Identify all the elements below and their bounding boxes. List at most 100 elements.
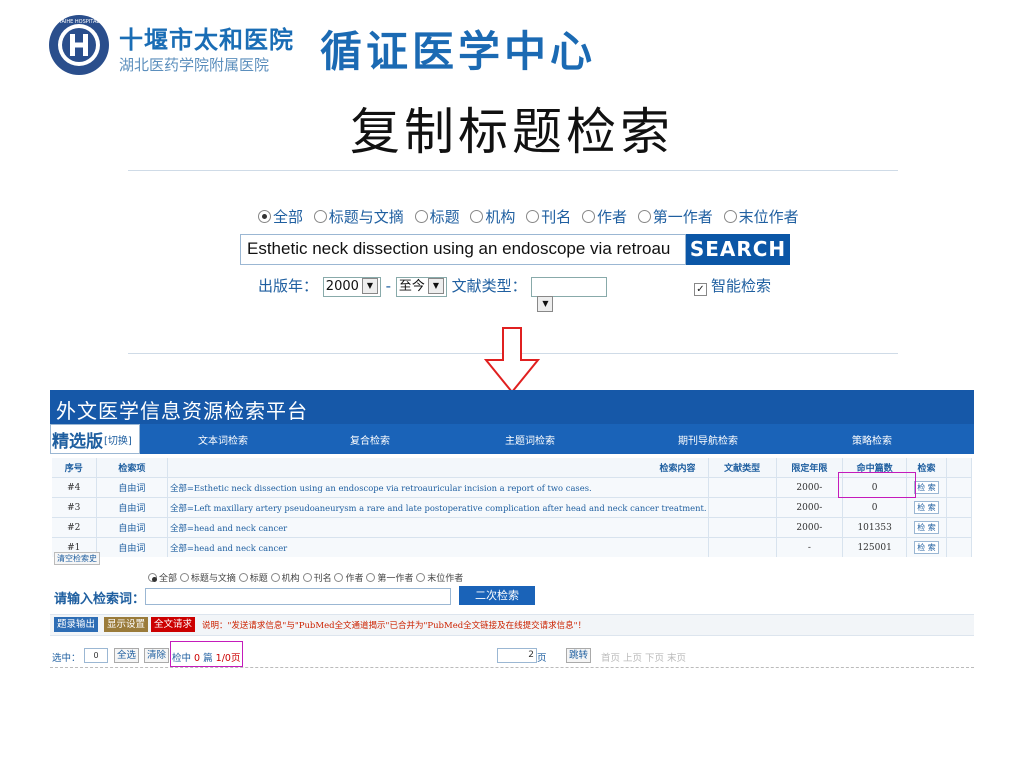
search-history-table: 序号 检索项 检索内容 文献类型 限定年限 命中篇数 检索 #4 自由词 全部=… xyxy=(52,458,973,557)
row-doc-type xyxy=(708,517,777,538)
row-hits[interactable]: 0 xyxy=(842,497,908,518)
row-year: 2000- xyxy=(776,497,843,518)
row-search-button[interactable]: 检 索 xyxy=(914,501,939,514)
radio-icon[interactable] xyxy=(470,210,484,223)
display-settings-button[interactable]: 显示设置 xyxy=(104,617,149,632)
doc-type-label: 文献类型： xyxy=(451,277,527,295)
radio-icon[interactable] xyxy=(302,573,312,582)
radio-icon[interactable] xyxy=(526,210,540,223)
table-row: #4 自由词 全部=Esthetic neck dissection using… xyxy=(52,477,973,498)
radio-icon[interactable] xyxy=(270,573,280,582)
scope-option[interactable]: 末位作者 xyxy=(723,208,799,226)
radio-icon[interactable] xyxy=(414,210,428,223)
row-hits[interactable]: 101353 xyxy=(842,517,908,538)
center-title: 循证医学中心 xyxy=(320,27,597,76)
secondary-search-input[interactable] xyxy=(145,588,451,605)
row-doc-type xyxy=(708,477,777,498)
radio-selected-icon[interactable] xyxy=(258,210,271,223)
page-number-input[interactable]: 2 xyxy=(497,648,537,663)
row-year: 2000- xyxy=(776,517,843,538)
hospital-name: 十堰市太和医院 xyxy=(119,26,294,54)
smart-search-checkbox[interactable]: ✓ 智能检索 xyxy=(694,275,771,296)
row-id: #4 xyxy=(52,477,97,498)
search-button[interactable]: SEARCH xyxy=(686,234,790,265)
scope-option[interactable]: 机构 xyxy=(470,208,515,226)
doc-type-select[interactable]: ▼ xyxy=(531,276,608,312)
tab-strategy-search[interactable]: 策略检索 xyxy=(852,432,892,447)
scope-option[interactable]: 作者 xyxy=(581,208,627,226)
hits-highlight-box xyxy=(838,472,916,498)
scope-option[interactable]: 全部 xyxy=(258,208,303,226)
export-button[interactable]: 题录输出 xyxy=(54,617,99,632)
tab-text-search[interactable]: 文本词检索 xyxy=(198,432,248,447)
row-search-button[interactable]: 检 索 xyxy=(914,521,939,534)
clear-button[interactable]: 清除 xyxy=(144,648,170,663)
row-hits[interactable]: 125001 xyxy=(842,537,908,557)
radio-selected-icon[interactable] xyxy=(148,573,157,582)
radio-icon[interactable] xyxy=(581,210,595,223)
year-from-select[interactable]: 2000 ▼ xyxy=(322,276,381,297)
table-row: #3 自由词 全部=Left maxillary artery pseudoan… xyxy=(52,497,973,518)
edition-label: 精选版 xyxy=(52,432,103,452)
table-row: #1 自由词 全部=head and neck cancer - 125001 … xyxy=(52,537,973,557)
radio-icon[interactable] xyxy=(313,210,327,223)
query-label: 请输入检索词： xyxy=(54,592,146,607)
radio-icon[interactable] xyxy=(416,573,426,582)
radio-icon[interactable] xyxy=(723,210,737,223)
fulltext-request-button[interactable]: 全文请求 xyxy=(151,617,196,632)
column-header: 限定年限 xyxy=(776,458,843,478)
year-to-select[interactable]: 至今 ▼ xyxy=(395,276,447,297)
hospital-logo-icon: TAIHE HOSPITAL xyxy=(49,15,109,75)
dropdown-arrow-icon[interactable]: ▼ xyxy=(427,278,444,294)
slide-title: 复制标题检索 xyxy=(350,103,674,161)
radio-icon[interactable] xyxy=(334,573,344,582)
row-content-link[interactable]: 全部=head and neck cancer xyxy=(167,517,709,538)
select-all-button[interactable]: 全选 xyxy=(114,648,140,663)
row-content-link[interactable]: 全部=Esthetic neck dissection using an end… xyxy=(167,477,709,498)
jump-button[interactable]: 跳转 xyxy=(566,648,592,663)
radio-icon[interactable] xyxy=(637,210,651,223)
pager-links[interactable]: 首页 上页 下页 末页 xyxy=(601,650,686,664)
row-id: #3 xyxy=(52,497,97,518)
logo-text: TAIHE HOSPITAL xyxy=(58,19,100,25)
radio-icon[interactable] xyxy=(366,573,376,582)
scope-option[interactable]: 标题 xyxy=(414,208,460,226)
secondary-scope-options: 全部 标题与文摘 标题 机构 刊名 作者 第一作者 末位作者 xyxy=(148,571,463,584)
dropdown-arrow-icon[interactable]: ▼ xyxy=(361,278,378,294)
year-separator: - xyxy=(385,277,392,295)
row-field: 自由词 xyxy=(96,517,169,538)
scope-option[interactable]: 标题与文摘 xyxy=(313,208,404,226)
column-header: 检索内容 xyxy=(167,458,709,478)
row-doc-type xyxy=(708,537,777,557)
scope-option[interactable]: 第一作者 xyxy=(637,208,713,226)
row-year: 2000- xyxy=(776,477,843,498)
radio-icon[interactable] xyxy=(238,573,248,582)
row-field: 自由词 xyxy=(96,497,169,518)
notice-text: 说明："发送请求信息"与"PubMed全文通道揭示"已合并为"PubMed全文链… xyxy=(202,621,587,631)
search-input[interactable]: Esthetic neck dissection using an endosc… xyxy=(240,234,686,265)
radio-icon[interactable] xyxy=(179,573,189,582)
tab-journal-search[interactable]: 期刊导航检索 xyxy=(678,432,738,447)
select-count-input[interactable]: 0 xyxy=(84,648,108,663)
scope-options: 全部 标题与文摘 标题 机构 刊名 作者 第一作者 末位作者 xyxy=(258,206,805,227)
page-suffix: 页 xyxy=(537,653,547,664)
clear-history-button[interactable]: 清空检索史 xyxy=(54,552,100,565)
edition-switch-link[interactable]: [切换] xyxy=(104,432,132,447)
row-search-button[interactable]: 检 索 xyxy=(914,481,939,494)
column-header: 文献类型 xyxy=(708,458,777,478)
year-filter-row: 出版年： 2000 ▼ - 至今 ▼ 文献类型： ▼ xyxy=(258,275,608,312)
secondary-search-button[interactable]: 二次检索 xyxy=(459,586,535,605)
column-header: 检索项 xyxy=(96,458,169,478)
tab-compound-search[interactable]: 复合检索 xyxy=(350,432,390,447)
tab-mesh-search[interactable]: 主题词检索 xyxy=(505,432,555,447)
year-label: 出版年： xyxy=(258,277,319,295)
scope-option[interactable]: 刊名 xyxy=(526,208,571,226)
hospital-subtitle: 湖北医药学院附属医院 xyxy=(119,56,270,74)
row-content-link[interactable]: 全部=head and neck cancer xyxy=(167,537,709,557)
row-year: - xyxy=(776,537,843,557)
row-doc-type xyxy=(708,497,777,518)
row-content-link[interactable]: 全部=Left maxillary artery pseudoaneurysm … xyxy=(167,497,709,518)
row-search-button[interactable]: 检 索 xyxy=(914,541,939,554)
checkbox-checked-icon[interactable]: ✓ xyxy=(694,283,707,296)
dropdown-arrow-icon[interactable]: ▼ xyxy=(537,296,554,312)
